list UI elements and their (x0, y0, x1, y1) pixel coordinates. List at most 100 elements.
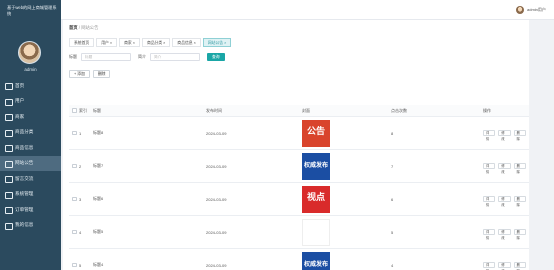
tab-3[interactable]: 商品分类 × (141, 38, 171, 47)
tab-0[interactable]: 系统首页 (69, 38, 95, 47)
tab-bar: 系统首页 用户 × 商家 × 商品分类 × 商品信息 × 网站公告 × (69, 38, 233, 47)
add-button[interactable]: + 添加 (69, 70, 90, 78)
row-index: 3 (79, 196, 82, 202)
edit-button[interactable]: 修改 (498, 196, 511, 207)
delete-row-button[interactable]: 删除 (513, 262, 526, 270)
sidebar-item-9[interactable]: 我的信息 (0, 218, 61, 234)
row-index: 2 (79, 163, 82, 169)
sidebar-item-8[interactable]: 订单管理 (0, 202, 61, 218)
row-checkbox[interactable] (72, 229, 77, 235)
table-row: 1 标题8 2024-03-09 公告 8 详情 修改 删除 (69, 117, 529, 150)
view-button[interactable]: 详情 (483, 196, 496, 207)
row-title: 标题5 (93, 229, 104, 234)
row-title: 标题7 (93, 163, 104, 168)
sidebar-item-4[interactable]: 商品信息 (0, 140, 61, 156)
tab-2[interactable]: 商家 × (119, 38, 140, 47)
sidebar-item-label: 网站公告 (15, 160, 34, 166)
tab-5[interactable]: 网站公告 × (202, 38, 232, 47)
sidebar: 基于web的网上商城管理系统 admin 首页用户 商家商品分类商品信息网站公告留… (0, 0, 61, 270)
sidebar-item-5[interactable]: 网站公告 (0, 155, 61, 171)
cover-image[interactable]: 公告 (302, 119, 330, 147)
goods-icon (5, 145, 13, 153)
row-date: 2024-03-09 (206, 163, 227, 169)
edit-button[interactable]: 修改 (498, 163, 511, 174)
column-header-title: 标题 (93, 107, 101, 113)
row-date: 2024-03-09 (206, 130, 227, 136)
app-title: 基于web的网上商城管理系统 (7, 5, 57, 16)
sidebar-item-1[interactable]: 用户 (0, 94, 61, 110)
notice-table: 索引 标题 发布时间 封面 点击次数 操作 1 标题8 2024-03-09 公告 8 详… (69, 105, 529, 270)
row-date: 2024-03-09 (206, 262, 227, 268)
message-icon (5, 176, 13, 184)
select-all-checkbox[interactable] (72, 108, 77, 113)
table-row: 5 标题4 2024-03-09 权威发布 4 详情修改删除 (69, 249, 529, 270)
delete-row-button[interactable]: 删除 (513, 163, 526, 174)
cover-image[interactable] (302, 218, 330, 246)
title-filter-label: 标题 (69, 54, 77, 59)
row-date: 2024-03-09 (206, 196, 227, 202)
row-checkbox[interactable] (72, 196, 77, 202)
header-username[interactable]: admin用户 (527, 7, 546, 13)
column-header-cover: 封面 (302, 107, 310, 113)
row-title: 标题6 (93, 196, 104, 201)
breadcrumb-separator: / (78, 25, 80, 30)
edit-button[interactable]: 修改 (498, 262, 511, 270)
sidebar-menu: 首页用户 商家商品分类商品信息网站公告留言交流系统管理订单管理我的信息 (0, 78, 61, 233)
row-date: 2024-03-09 (206, 229, 227, 235)
view-button[interactable]: 详情 (483, 262, 496, 270)
delete-row-button[interactable]: 删除 (513, 196, 526, 207)
settings-icon (5, 191, 13, 199)
cover-image[interactable]: 权威发布 (302, 251, 330, 270)
row-checkbox[interactable] (72, 163, 77, 169)
row-clicks: 7 (391, 163, 394, 169)
breadcrumb-home[interactable]: 首页 (69, 25, 78, 30)
view-button[interactable]: 详情 (483, 163, 496, 174)
row-clicks: 6 (391, 196, 394, 202)
content-card: 首页 / 网站公告 系统首页 用户 × 商家 × 商品分类 × 商品信息 × 网站公告 ×… (63, 20, 529, 270)
order-icon (5, 207, 13, 215)
cover-image[interactable]: 权威发布 (302, 152, 330, 180)
sidebar-item-label: 系统管理 (15, 191, 34, 197)
edit-button[interactable]: 修改 (498, 130, 511, 141)
sidebar-item-6[interactable]: 留言交流 (0, 171, 61, 187)
row-checkbox[interactable] (72, 130, 77, 136)
tab-1[interactable]: 用户 × (96, 38, 118, 47)
search-button[interactable]: 查询 (207, 53, 225, 61)
table-row: 4 标题5 2024-03-09 5 详情 修改 删除 (69, 216, 529, 249)
delete-row-button[interactable]: 删除 (513, 130, 526, 141)
view-button[interactable]: 详情 (483, 130, 496, 141)
sidebar-item-label: 首页 (15, 82, 25, 88)
profile-icon (5, 222, 13, 230)
row-index: 5 (79, 262, 82, 268)
home-icon (5, 83, 13, 91)
type-filter-input[interactable]: 简介 (150, 53, 200, 61)
row-clicks: 4 (391, 262, 394, 268)
edit-button[interactable]: 修改 (498, 229, 511, 240)
sidebar-item-3[interactable]: 商品分类 (0, 125, 61, 141)
cover-image[interactable]: 视点 (302, 185, 330, 213)
sidebar-item-7[interactable]: 系统管理 (0, 187, 61, 203)
action-row: + 添加 删除 (69, 70, 113, 78)
shop-icon (5, 114, 13, 122)
table-body: 1 标题8 2024-03-09 公告 8 详情 修改 删除 2 标题7 2024-03-09 权威发… (69, 117, 529, 270)
view-button[interactable]: 详情 (483, 229, 496, 240)
title-filter-input[interactable]: 标题 (81, 53, 131, 61)
delete-row-button[interactable]: 删除 (513, 229, 526, 240)
sidebar-item-0[interactable]: 首页 (0, 78, 61, 94)
tab-4[interactable]: 商品信息 × (172, 38, 201, 47)
column-header-date: 发布时间 (206, 107, 222, 113)
admin-name: admin (24, 67, 37, 72)
row-checkbox[interactable] (72, 262, 77, 268)
type-filter-label: 简介 (138, 54, 146, 59)
sidebar-item-label: 商品分类 (15, 129, 34, 135)
table-row: 3 标题6 2024-03-09 视点 6 详情 修改 删除 (69, 183, 529, 216)
row-title: 标题4 (93, 262, 104, 267)
header-avatar[interactable] (516, 6, 524, 14)
sidebar-item-label: 订单管理 (15, 206, 34, 212)
row-clicks: 5 (391, 229, 394, 235)
delete-button[interactable]: 删除 (92, 70, 111, 78)
sidebar-item-label: 商品信息 (15, 144, 34, 150)
admin-avatar (18, 41, 41, 64)
sidebar-item-2[interactable]: 商家 (0, 109, 61, 125)
sidebar-item-label: 留言交流 (15, 175, 34, 181)
